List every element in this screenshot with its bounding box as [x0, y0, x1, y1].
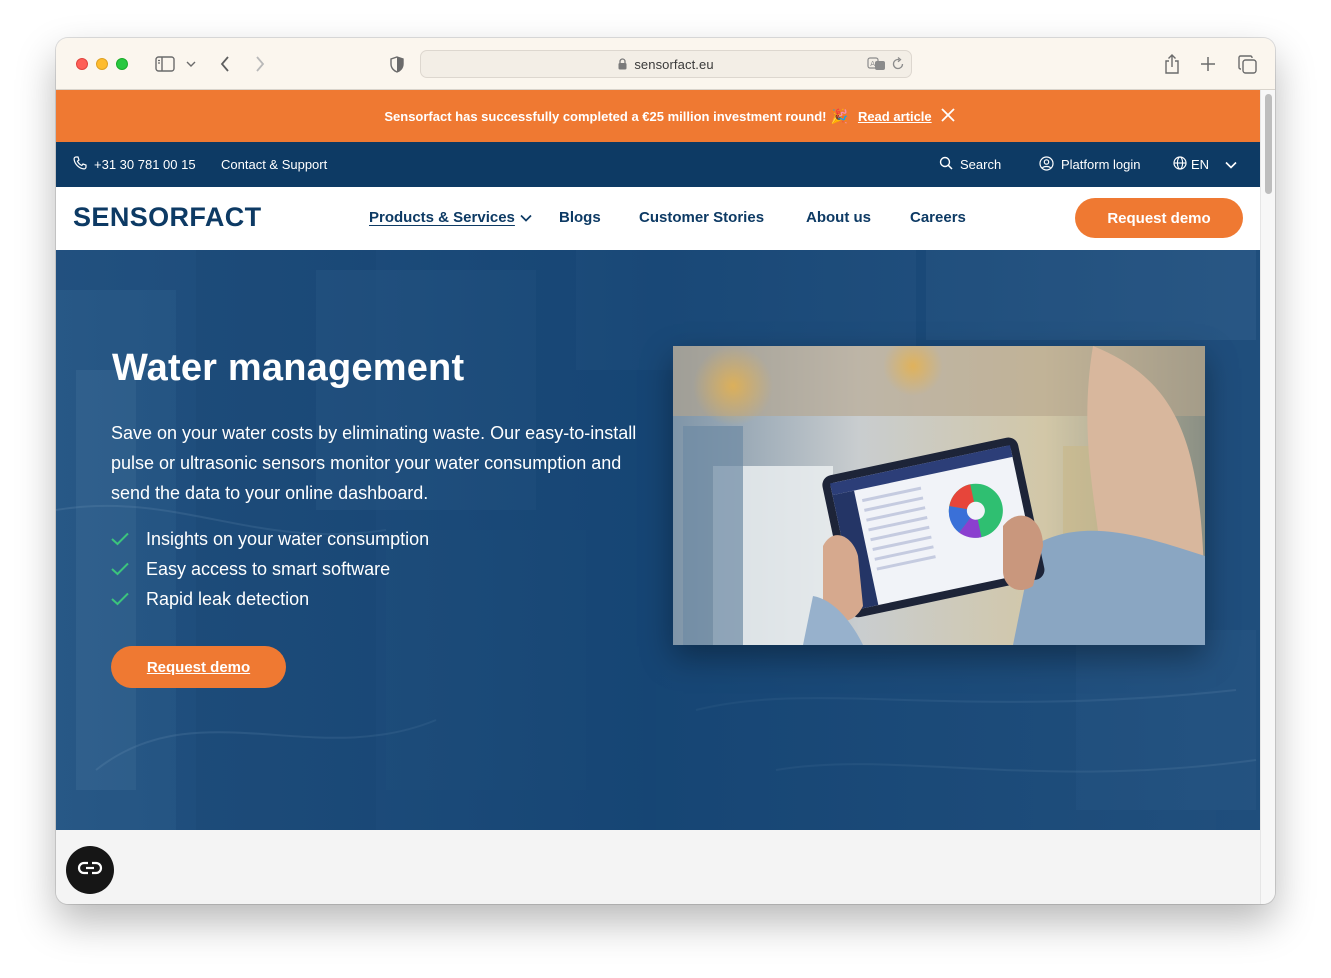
hero-title: Water management	[112, 347, 465, 389]
feature-list: Insights on your water consumption Easy …	[111, 524, 429, 614]
nav-careers-label: Careers	[910, 209, 966, 226]
page-scrollbar[interactable]	[1260, 90, 1275, 904]
share-icon[interactable]	[1162, 52, 1182, 76]
nav-about-us[interactable]: About us	[806, 209, 871, 226]
page-viewport: Sensorfact has successfully completed a …	[56, 90, 1260, 904]
address-bar[interactable]: sensorfact.eu A	[420, 50, 912, 78]
nav-blogs-label: Blogs	[559, 209, 601, 226]
check-icon	[111, 532, 146, 546]
check-icon	[111, 592, 146, 606]
search-label: Search	[960, 157, 1002, 172]
phone-number: +31 30 781 00 15	[94, 157, 196, 172]
zoom-window-button[interactable]	[116, 58, 128, 70]
party-popper-icon: 🎉	[830, 107, 848, 124]
main-navigation: SENSORFACT Products & Services Blogs Cus…	[56, 187, 1260, 250]
scrollbar-thumb[interactable]	[1265, 94, 1272, 194]
nav-customer-stories[interactable]: Customer Stories	[639, 209, 764, 226]
nav-products-services-label: Products & Services	[369, 209, 515, 226]
reload-icon[interactable]	[891, 56, 905, 75]
translate-icon[interactable]: A	[867, 56, 887, 75]
sidebar-toggle-icon[interactable]	[153, 52, 177, 76]
browser-window: sensorfact.eu A Sensorfact has successfu…	[56, 38, 1275, 904]
feature-item: Rapid leak detection	[111, 584, 429, 614]
chat-widget-button[interactable]	[66, 846, 114, 894]
lock-icon	[618, 58, 627, 70]
nav-products-services[interactable]: Products & Services	[369, 209, 532, 226]
nav-about-us-label: About us	[806, 209, 871, 226]
close-window-button[interactable]	[76, 58, 88, 70]
url-text: sensorfact.eu	[634, 56, 714, 72]
utility-bar: +31 30 781 00 15 Contact & Support Searc…	[56, 142, 1260, 187]
nav-blogs[interactable]: Blogs	[559, 209, 601, 226]
announcement-text: Sensorfact has successfully completed a …	[384, 108, 827, 124]
minimize-window-button[interactable]	[96, 58, 108, 70]
contact-support-link[interactable]: Contact & Support	[221, 142, 327, 187]
globe-icon	[1173, 156, 1187, 173]
phone-link[interactable]: +31 30 781 00 15	[73, 142, 196, 187]
feature-label: Easy access to smart software	[146, 558, 391, 579]
forward-icon[interactable]	[251, 52, 269, 76]
platform-login-label: Platform login	[1061, 157, 1141, 172]
back-icon[interactable]	[216, 52, 234, 76]
feature-label: Rapid leak detection	[146, 588, 310, 609]
feature-item: Easy access to smart software	[111, 554, 429, 584]
user-circle-icon	[1039, 155, 1054, 174]
language-selector[interactable]: EN	[1173, 142, 1237, 187]
announcement-bar: Sensorfact has successfully completed a …	[56, 90, 1260, 142]
close-icon[interactable]	[940, 107, 956, 126]
sensorfact-logo[interactable]: SENSORFACT	[73, 202, 262, 233]
chat-icon	[77, 861, 103, 880]
browser-toolbar: sensorfact.eu A	[56, 38, 1275, 90]
request-demo-button[interactable]: Request demo	[1075, 198, 1243, 238]
privacy-shield-icon[interactable]	[387, 52, 407, 76]
chevron-down-icon	[1225, 157, 1237, 172]
new-tab-icon[interactable]	[1198, 52, 1218, 76]
nav-careers[interactable]: Careers	[910, 209, 966, 226]
search-icon	[939, 156, 953, 173]
language-label: EN	[1191, 157, 1210, 172]
contact-support-label: Contact & Support	[221, 157, 328, 172]
platform-login-link[interactable]: Platform login	[1039, 142, 1140, 187]
hero-section: Water management Save on your water cost…	[56, 250, 1260, 830]
read-article-link[interactable]: Read article	[858, 109, 932, 124]
feature-label: Insights on your water consumption	[146, 528, 430, 549]
svg-text:A: A	[870, 60, 875, 68]
nav-customer-stories-label: Customer Stories	[639, 209, 765, 226]
phone-icon	[73, 156, 87, 173]
check-icon	[111, 562, 146, 576]
tablet-dashboard-photo	[673, 346, 1205, 645]
feature-item: Insights on your water consumption	[111, 524, 429, 554]
chevron-down-icon	[520, 209, 532, 226]
hero-request-demo-button[interactable]: Request demo	[111, 646, 286, 688]
hero-description: Save on your water costs by eliminating …	[111, 423, 637, 503]
sidebar-menu-chevron-icon[interactable]	[184, 52, 198, 76]
tab-overview-icon[interactable]	[1236, 52, 1258, 76]
search-link[interactable]: Search	[939, 142, 1001, 187]
